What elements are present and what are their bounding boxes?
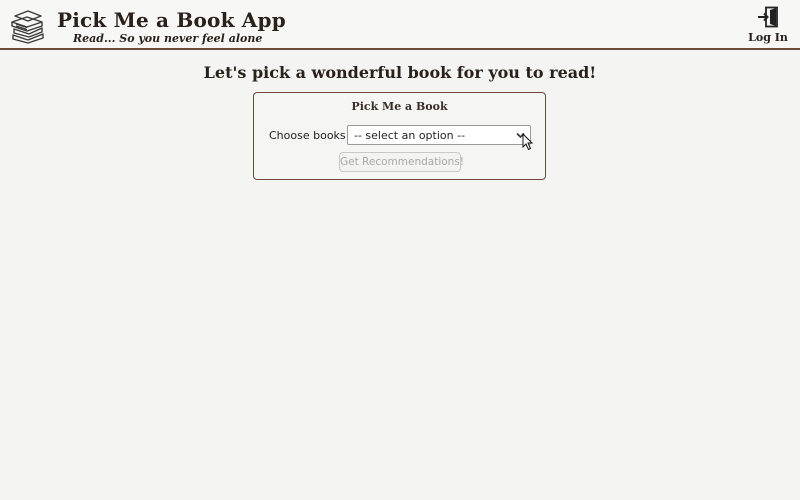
mouse-pointer-icon bbox=[522, 133, 534, 151]
login-button[interactable]: Log In bbox=[748, 6, 788, 46]
app-tagline: Read... So you never feel alone bbox=[73, 32, 263, 45]
book-select[interactable]: -- select an option -- bbox=[347, 125, 534, 151]
choose-books-label: Choose books bbox=[269, 129, 346, 142]
app-title: Pick Me a Book App bbox=[57, 8, 286, 32]
books-stack-icon bbox=[10, 8, 46, 44]
book-picker-card: Pick Me a Book Choose books -- select an… bbox=[253, 92, 546, 180]
page-heading: Let's pick a wonderful book for you to r… bbox=[203, 63, 597, 82]
card-title: Pick Me a Book bbox=[351, 100, 448, 113]
get-recommendations-button[interactable]: Get Recommendations! bbox=[339, 152, 464, 172]
login-label: Log In bbox=[748, 31, 788, 44]
select-value: -- select an option -- bbox=[354, 129, 466, 142]
sign-in-door-icon bbox=[758, 6, 778, 28]
app-header: Pick Me a Book App Read... So you never … bbox=[0, 0, 800, 50]
